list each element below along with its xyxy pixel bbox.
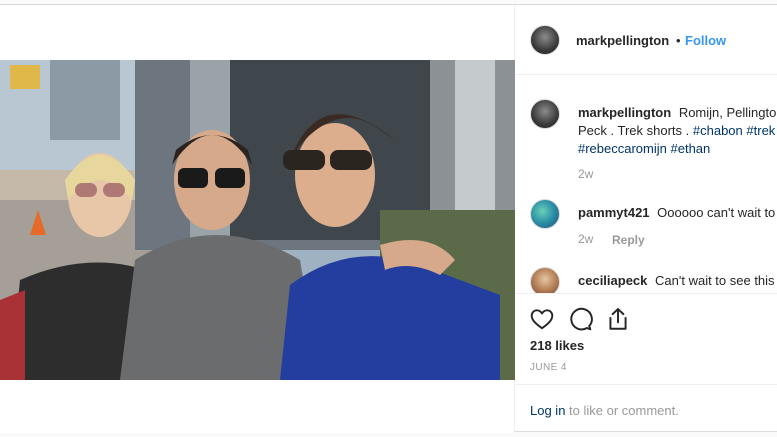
heart-icon[interactable] <box>529 306 555 332</box>
hashtag-link[interactable]: #rebeccaromijn <box>578 141 667 156</box>
share-icon[interactable] <box>605 306 631 332</box>
commenter-username[interactable]: ceciliapeck <box>578 273 647 288</box>
caption-age: 2w <box>578 167 594 181</box>
follow-button[interactable]: Follow <box>685 33 726 48</box>
comment-body: Oooooo can't wait to see <box>657 205 777 220</box>
caption-username[interactable]: markpellington <box>578 105 671 120</box>
hashtag-link[interactable]: #ethan <box>671 141 711 156</box>
login-prompt: Log in to like or comment. <box>530 403 679 418</box>
separator-dot: • <box>676 33 681 48</box>
post-photo[interactable] <box>0 60 515 380</box>
post-header: markpellington • Follow <box>515 5 777 75</box>
login-link[interactable]: Log in <box>530 403 565 418</box>
author-username[interactable]: markpellington <box>576 33 669 48</box>
comment-age: 2w <box>578 232 594 246</box>
hashtag-link[interactable]: #chabon <box>693 123 743 138</box>
commenter-username[interactable]: pammyt421 <box>578 205 650 220</box>
comment-icon[interactable] <box>567 306 593 332</box>
login-bar: Log in to like or comment. <box>515 384 777 434</box>
post-actions: 218 likes JUNE 4 Log in to like or comme… <box>515 293 777 433</box>
caption-text: markpellington Romijn, Pellington, Peck … <box>578 104 777 158</box>
caption-avatar[interactable] <box>530 99 560 129</box>
author-avatar[interactable] <box>530 25 560 55</box>
reply-button[interactable]: Reply <box>612 233 645 247</box>
comment-body: Can't wait to see this <box>655 273 775 288</box>
comment-text: pammyt421 Oooooo can't wait to see <box>578 204 777 222</box>
photo-illustration <box>0 60 515 380</box>
photo-area <box>0 5 515 433</box>
hashtag-link[interactable]: #trek <box>746 123 775 138</box>
comments-list[interactable]: markpellington Romijn, Pellington, Peck … <box>515 75 777 293</box>
comment-text: ceciliapeck Can't wait to see this <box>578 272 777 290</box>
commenter-avatar[interactable] <box>530 199 560 229</box>
post-card: markpellington • Follow markpellington R… <box>0 4 777 433</box>
login-prompt-rest: to like or comment. <box>565 403 679 418</box>
post-sidebar: markpellington • Follow markpellington R… <box>515 5 777 433</box>
post-date: JUNE 4 <box>530 362 567 373</box>
likes-count[interactable]: 218 likes <box>530 338 584 353</box>
commenter-avatar[interactable] <box>530 267 560 293</box>
